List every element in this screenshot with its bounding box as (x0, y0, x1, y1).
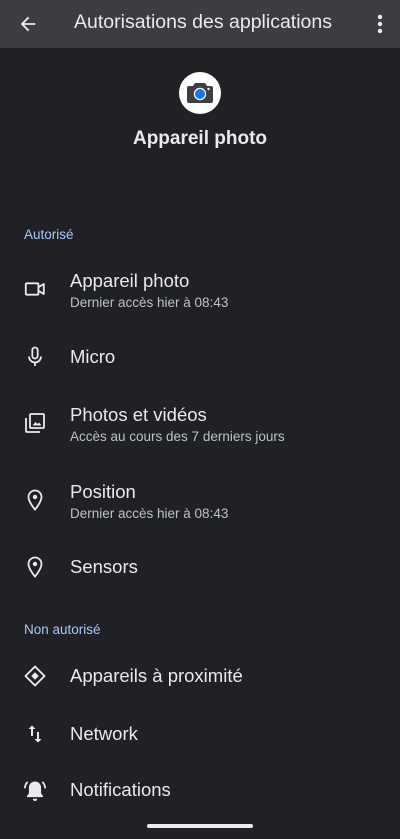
permission-label: Appareil photo (70, 270, 190, 291)
permission-subtext: Accès au cours des 7 derniers jours (70, 429, 285, 444)
permission-label: Sensors (70, 556, 138, 577)
section-label-denied: Non autorisé (24, 622, 101, 637)
permission-label: Micro (70, 346, 116, 367)
permission-item-location[interactable]: Position Dernier accès hier à 08:43 (0, 469, 400, 533)
camera-app-icon (179, 72, 221, 114)
location-icon (22, 487, 48, 513)
nearby-devices-icon (22, 663, 48, 689)
notifications-icon (22, 778, 48, 804)
top-app-bar: Autorisations des applications (0, 0, 400, 48)
photo-library-icon (22, 410, 48, 436)
mic-icon (22, 344, 48, 370)
permission-label: Network (70, 723, 138, 744)
permission-item-nearby-devices[interactable]: Appareils à proximité (0, 644, 400, 708)
section-label-allowed: Autorisé (24, 227, 74, 242)
permission-item-photos[interactable]: Photos et vidéos Accès au cours des 7 de… (0, 392, 400, 456)
permission-item-network[interactable]: Network (0, 702, 400, 766)
more-vert-icon (377, 14, 383, 34)
location-icon (22, 554, 48, 580)
app-name: Appareil photo (132, 128, 268, 149)
permission-subtext: Dernier accès hier à 08:43 (70, 295, 229, 310)
permission-item-notifications[interactable]: Notifications (0, 760, 400, 824)
permission-label: Position (70, 481, 136, 502)
back-button[interactable] (14, 10, 42, 38)
page-title: Autorisations des applications (74, 11, 332, 33)
permission-item-microphone[interactable]: Micro (0, 325, 400, 389)
videocam-icon (22, 276, 48, 302)
app-header: Appareil photo (0, 72, 400, 150)
gesture-nav-handle[interactable] (147, 824, 253, 828)
permission-label: Photos et vidéos (70, 404, 207, 425)
swap-vert-icon (22, 721, 48, 747)
more-options-button[interactable] (370, 10, 390, 38)
arrow-back-icon (20, 16, 36, 32)
permission-subtext: Dernier accès hier à 08:43 (70, 506, 229, 521)
permission-item-camera[interactable]: Appareil photo Dernier accès hier à 08:4… (0, 258, 400, 322)
permission-item-sensors[interactable]: Sensors (0, 535, 400, 599)
app-permissions-screen: Autorisations des applications Appareil … (0, 0, 400, 839)
permission-label: Appareils à proximité (70, 665, 243, 686)
permission-label: Notifications (70, 779, 171, 800)
